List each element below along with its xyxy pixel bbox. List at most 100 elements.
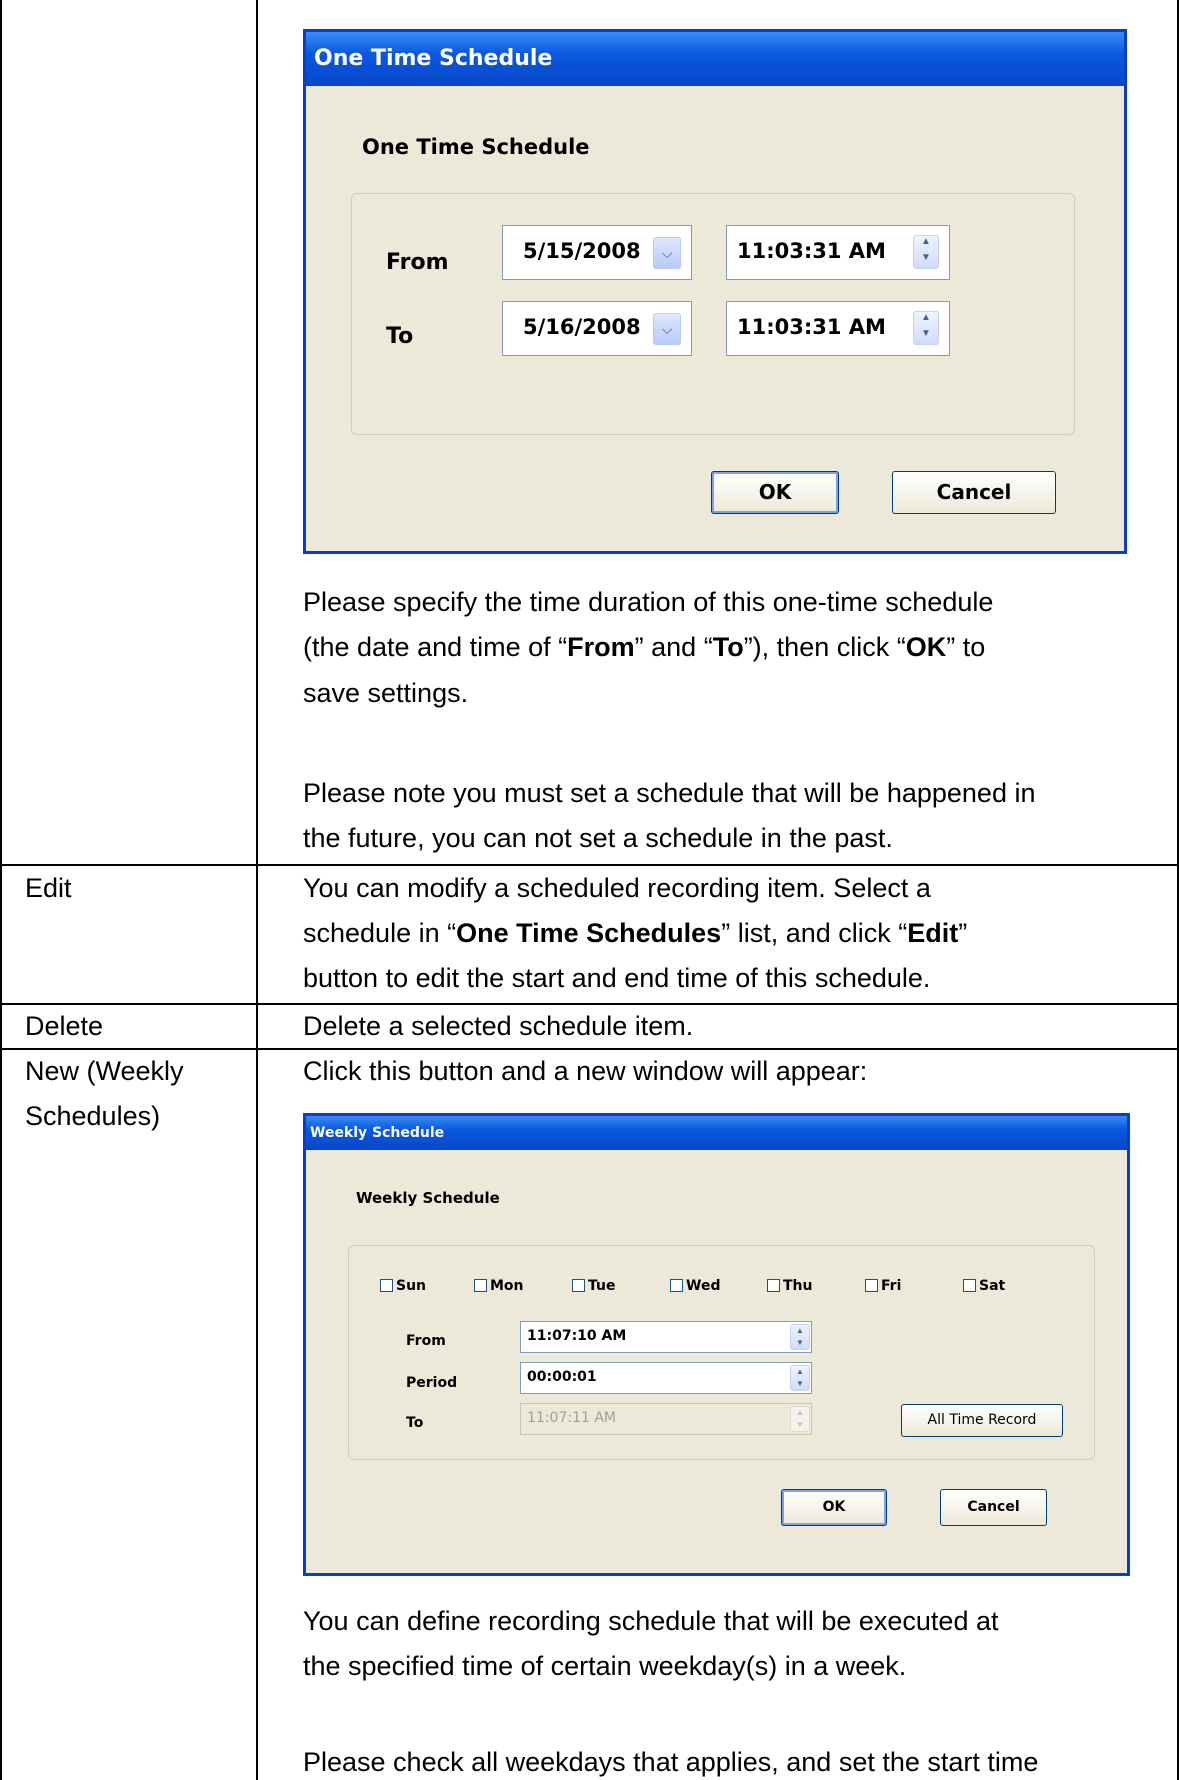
checkbox-box[interactable] — [380, 1279, 393, 1292]
new-term-line-1: New (Weekly — [25, 1056, 184, 1086]
from-time-spinner[interactable]: ▲ ▼ — [790, 1324, 810, 1350]
text-span: ”), then click “ — [743, 632, 906, 662]
to-time-value: 11:03:31 AM — [737, 315, 886, 339]
checkbox-label: Tue — [588, 1278, 616, 1294]
spin-up-icon[interactable]: ▲ — [914, 236, 938, 252]
spin-down-icon[interactable]: ▼ — [791, 1337, 809, 1349]
bold-to: To — [712, 632, 744, 662]
dialog-titlebar: One Time Schedule — [306, 32, 1124, 86]
period-spinner[interactable]: ▲ ▼ — [790, 1365, 810, 1391]
text-span: (the date and time of “ — [303, 632, 568, 662]
from-label: From — [406, 1333, 446, 1349]
row-divider-delete — [0, 1003, 1179, 1005]
one-time-schedule-dialog: One Time Schedule One Time Schedule From… — [303, 29, 1127, 554]
checkbox-fri[interactable]: Fri — [865, 1277, 901, 1295]
ok-button[interactable]: OK — [781, 1489, 887, 1526]
edit-desc-line-2: schedule in “One Time Schedules” list, a… — [303, 915, 967, 951]
from-date-dropdown-button[interactable]: ⌵ — [653, 237, 681, 269]
dialog-title: Weekly Schedule — [310, 1125, 445, 1141]
dialog-heading: Weekly Schedule — [356, 1189, 500, 1207]
checkbox-box[interactable] — [670, 1279, 683, 1292]
to-label: To — [386, 324, 414, 349]
delete-term: Delete — [25, 1011, 104, 1041]
edit-desc-line-3: button to edit the start and end time of… — [303, 963, 931, 993]
checkbox-label: Mon — [490, 1278, 524, 1294]
checkbox-thu[interactable]: Thu — [767, 1277, 812, 1295]
checkbox-mon[interactable]: Mon — [474, 1277, 524, 1295]
period-input[interactable]: 00:00:01 — [520, 1362, 812, 1394]
new-desc-intro: Click this button and a new window will … — [303, 1056, 868, 1086]
dialog-heading: One Time Schedule — [362, 135, 590, 159]
delete-desc: Delete a selected schedule item. — [303, 1011, 694, 1041]
from-date-value: 5/15/2008 — [523, 239, 641, 263]
spin-up-icon[interactable]: ▲ — [791, 1366, 809, 1378]
row1-paragraph-1-line-3: save settings. — [303, 678, 469, 708]
checkbox-box[interactable] — [572, 1279, 585, 1292]
checkbox-box[interactable] — [474, 1279, 487, 1292]
date-range-group — [351, 193, 1075, 435]
to-time-value: 11:07:11 AM — [527, 1410, 616, 1426]
table-column-divider — [256, 0, 258, 1780]
checkbox-sun[interactable]: Sun — [380, 1277, 426, 1295]
from-label: From — [386, 250, 449, 275]
spin-down-icon: ▼ — [796, 1420, 804, 1429]
spin-down-icon[interactable]: ▼ — [914, 252, 938, 268]
bold-from: From — [567, 632, 635, 662]
bold-one-time-schedules: One Time Schedules — [456, 918, 722, 948]
checkbox-box[interactable] — [963, 1279, 976, 1292]
checkbox-label: Wed — [686, 1278, 721, 1294]
text-span: ” and “ — [634, 632, 713, 662]
from-time-input[interactable]: 11:07:10 AM — [520, 1321, 812, 1353]
cancel-button[interactable]: Cancel — [940, 1489, 1047, 1526]
checkbox-label: Thu — [783, 1278, 813, 1294]
row1-paragraph-1-line-2: (the date and time of “From” and “To”), … — [303, 629, 985, 665]
to-label: To — [406, 1415, 424, 1431]
period-label: Period — [406, 1375, 458, 1391]
chevron-down-icon: ⌵ — [661, 245, 673, 261]
checkbox-label: Fri — [881, 1278, 902, 1294]
to-time-spinner[interactable]: ▲ ▼ — [913, 311, 939, 345]
table-border-left — [0, 0, 2, 1780]
checkbox-sat[interactable]: Sat — [963, 1277, 1005, 1295]
bold-edit: Edit — [907, 918, 959, 948]
checkbox-box[interactable] — [767, 1279, 780, 1292]
all-time-record-button[interactable]: All Time Record — [901, 1404, 1063, 1437]
checkbox-wed[interactable]: Wed — [670, 1277, 720, 1295]
weekly-schedule-dialog: Weekly Schedule Weekly Schedule Sun Mon … — [303, 1113, 1130, 1576]
ok-button[interactable]: OK — [711, 471, 839, 514]
spin-down-icon[interactable]: ▼ — [791, 1378, 809, 1390]
to-time-spinner: ▲ ▼ — [790, 1406, 810, 1432]
from-time-value: 11:03:31 AM — [737, 239, 886, 263]
new-desc-paragraph-1-line-1: You can define recording schedule that w… — [303, 1606, 999, 1636]
row1-paragraph-1-line-1: Please specify the time duration of this… — [303, 587, 994, 617]
spin-up-icon[interactable]: ▲ — [791, 1325, 809, 1337]
period-value: 00:00:01 — [527, 1369, 597, 1385]
dialog-title: One Time Schedule — [314, 46, 553, 71]
checkbox-tue[interactable]: Tue — [572, 1277, 615, 1295]
spin-down-icon[interactable]: ▼ — [914, 328, 938, 344]
new-desc-paragraph-2-line-1: Please check all weekdays that applies, … — [303, 1747, 1039, 1777]
from-time-value: 11:07:10 AM — [527, 1328, 627, 1344]
text-span: ” to — [946, 632, 986, 662]
to-date-dropdown-button[interactable]: ⌵ — [653, 313, 681, 345]
text-span: schedule in “ — [303, 918, 457, 948]
bold-ok: OK — [905, 632, 947, 662]
dialog-titlebar: Weekly Schedule — [306, 1116, 1127, 1150]
checkbox-label: Sun — [396, 1278, 427, 1294]
row-divider-new — [0, 1048, 1179, 1050]
row1-paragraph-2-line-2: the future, you can not set a schedule i… — [303, 823, 893, 853]
new-desc-paragraph-1-line-2: the specified time of certain weekday(s)… — [303, 1651, 907, 1681]
to-time-input: 11:07:11 AM — [520, 1403, 812, 1435]
cancel-button[interactable]: Cancel — [892, 471, 1056, 514]
from-time-spinner[interactable]: ▲ ▼ — [913, 235, 939, 269]
row-divider-edit — [0, 864, 1179, 866]
edit-term: Edit — [25, 873, 72, 903]
spin-up-icon[interactable]: ▲ — [914, 312, 938, 328]
text-span: ” list, and click “ — [721, 918, 908, 948]
edit-desc-line-1: You can modify a scheduled recording ite… — [303, 873, 931, 903]
checkbox-box[interactable] — [865, 1279, 878, 1292]
spin-up-icon: ▲ — [796, 1408, 804, 1417]
text-span: ” — [958, 918, 968, 948]
chevron-down-icon: ⌵ — [661, 321, 673, 337]
checkbox-label: Sat — [979, 1278, 1006, 1294]
